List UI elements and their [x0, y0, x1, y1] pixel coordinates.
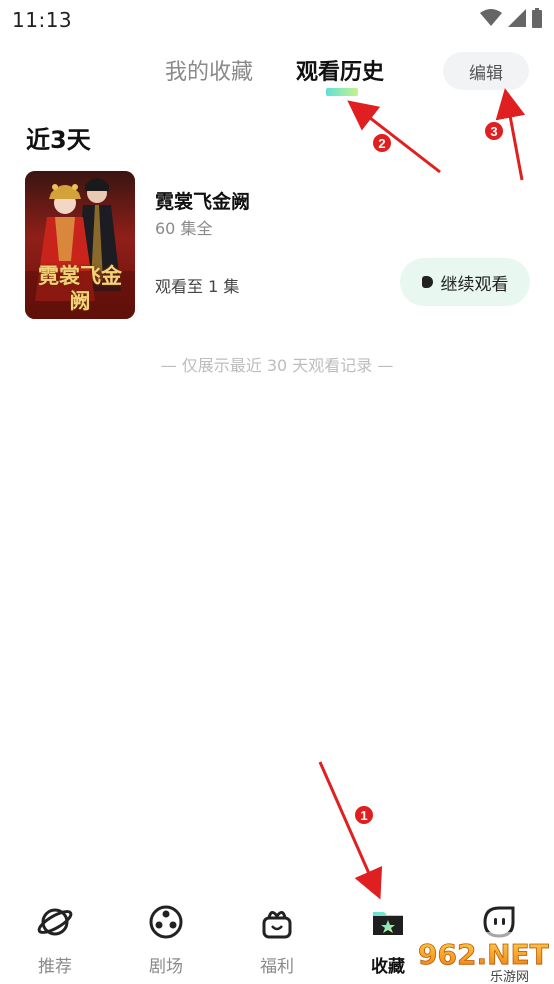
- signal-icon: [508, 9, 526, 27]
- svg-text:1: 1: [360, 808, 367, 823]
- battery-icon: [532, 8, 542, 28]
- film-reel-icon: [149, 905, 183, 939]
- nav-label-recommend: 推荐: [38, 957, 72, 977]
- nav-item-theater[interactable]: 剧场: [126, 894, 206, 977]
- svg-text:962.NET: 962.NET: [418, 938, 549, 971]
- nav-label-welfare: 福利: [260, 957, 294, 977]
- tab-active-indicator: [326, 88, 358, 96]
- annotation-badge-3: 3: [483, 120, 505, 142]
- nav-item-recommend[interactable]: 推荐: [15, 894, 95, 977]
- gift-icon: [262, 911, 292, 939]
- site-watermark: 962.NET 乐游网: [414, 932, 554, 984]
- annotation-arrow-2: [347, 100, 441, 174]
- annotation-badge-1: 1: [353, 804, 375, 826]
- nav-label-theater: 剧场: [149, 957, 183, 977]
- status-icons: [480, 8, 542, 28]
- poster-title-text: 霓裳飞金阙: [38, 263, 122, 313]
- svg-text:3: 3: [490, 124, 497, 139]
- section-title: 近3天: [26, 126, 91, 154]
- top-tabs: 我的收藏 观看历史 编辑: [0, 52, 554, 102]
- drama-title: 霓裳飞金阙: [155, 191, 251, 213]
- continue-watching-button[interactable]: 继续观看: [400, 258, 530, 306]
- planet-icon: [37, 908, 73, 936]
- status-bar: 11:13: [0, 0, 554, 38]
- svg-text:2: 2: [378, 136, 385, 151]
- annotation-arrow-3: [495, 88, 526, 181]
- status-time: 11:13: [12, 8, 73, 32]
- tab-history[interactable]: 观看历史: [296, 54, 384, 86]
- wifi-icon: [480, 9, 502, 26]
- tab-favorites[interactable]: 我的收藏: [165, 54, 253, 86]
- drama-poster[interactable]: 霓裳飞金阙: [25, 171, 135, 319]
- nav-item-welfare[interactable]: 福利: [237, 894, 317, 977]
- edit-button[interactable]: 编辑: [443, 52, 529, 90]
- play-icon: [421, 276, 433, 288]
- history-retention-note: — 仅展示最近 30 天观看记录 —: [160, 356, 394, 375]
- annotation-badge-2: 2: [371, 132, 393, 154]
- episode-count: 60 集全: [155, 219, 213, 238]
- svg-text:乐游网: 乐游网: [490, 970, 529, 984]
- history-item[interactable]: 霓裳飞金阙 霓裳飞金阙 60 集全 观看至 1 集 继续观看: [25, 171, 530, 319]
- annotation-arrow-1: [318, 761, 383, 900]
- folder-star-icon: [373, 912, 403, 935]
- continue-watching-label: 继续观看: [440, 274, 509, 295]
- watch-progress: 观看至 1 集: [155, 277, 240, 296]
